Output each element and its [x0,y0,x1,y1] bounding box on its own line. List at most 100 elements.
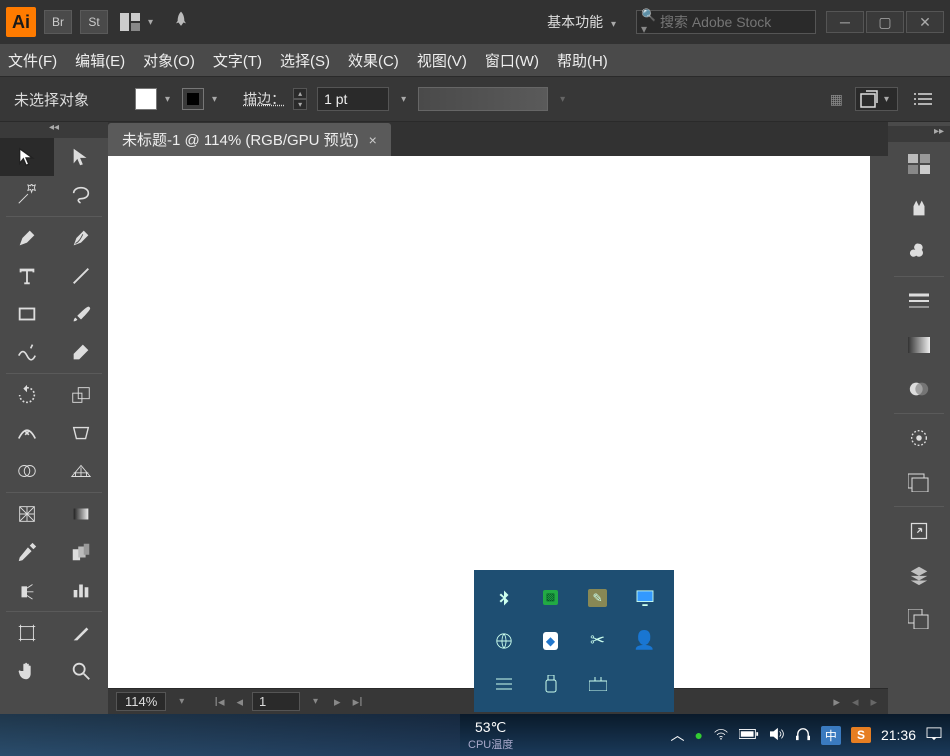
prev-artboard-button[interactable]: ◂ [233,694,246,710]
nvidia-tray-icon[interactable]: ▧ [529,578,572,617]
tray-overflow-icon[interactable]: ︿ [670,725,684,745]
zoom-tool[interactable] [54,652,108,690]
symbol-sprayer-tool[interactable] [0,571,54,609]
lasso-tool[interactable] [54,176,108,214]
cpu-temp-widget[interactable]: 53℃ CPU温度 [460,719,521,752]
eyedropper-tool[interactable] [0,533,54,571]
type-tool[interactable] [0,257,54,295]
gradient-panel-icon[interactable] [888,323,950,367]
scroll-right2-button[interactable]: ▸ [867,694,880,710]
mesh-tool[interactable] [0,495,54,533]
chevron-down-icon[interactable]: ▾ [560,94,565,105]
tab-close-button[interactable]: × [369,132,377,148]
artboard-number-field[interactable]: 1 [252,692,300,711]
column-graph-tool[interactable] [54,571,108,609]
monitor-tray-icon[interactable] [623,578,666,617]
menu-object[interactable]: 对象(O) [143,50,195,71]
wechat-tray-icon[interactable]: ● [694,727,702,743]
rotate-tool[interactable] [0,376,54,414]
eraser-tool[interactable] [54,333,108,371]
document-tab[interactable]: 未标题-1 @ 114% (RGB/GPU 预览) × [108,123,391,156]
headphone-tray-icon[interactable] [795,727,811,744]
ime-sogou-button[interactable]: S [851,727,871,743]
width-tool[interactable] [0,414,54,452]
stroke-swatch[interactable]: ▾ [182,88,221,110]
bridge-button[interactable]: Br [44,10,72,34]
list-tray-icon[interactable] [482,665,525,704]
stroke-weight-field[interactable]: 1 pt [317,87,389,111]
menu-help[interactable]: 帮助(H) [557,50,608,71]
menu-file[interactable]: 文件(F) [8,50,57,71]
next-artboard-button[interactable]: ▸ [331,694,344,710]
scroll-right-button[interactable]: ▸ [830,694,843,710]
stroke-stepper[interactable]: ▴ ▾ [293,88,307,110]
stroke-step-down[interactable]: ▾ [293,99,307,110]
menu-view[interactable]: 视图(V) [417,50,467,71]
paintbrush-tool[interactable] [54,295,108,333]
action-center-icon[interactable] [926,727,942,744]
align-pixel-icon[interactable]: ▦ [830,91,843,108]
gradient-tool[interactable] [54,495,108,533]
taskbar-clock[interactable]: 21:36 [881,727,916,743]
zoom-field[interactable]: 114% [116,692,166,711]
magic-wand-tool[interactable] [0,176,54,214]
perspective-grid-tool[interactable] [54,452,108,490]
zoom-dropdown[interactable]: ▾ [176,696,187,707]
gpu-rocket-icon[interactable] [171,10,191,35]
stroke-label[interactable]: 描边： [243,89,285,109]
shaper-tool[interactable] [0,333,54,371]
rectangle-tool[interactable] [0,295,54,333]
pen-tool[interactable] [0,219,54,257]
scroll-left-button[interactable]: ◂ [849,694,862,710]
brush-definition[interactable] [418,87,548,111]
menu-effect[interactable]: 效果(C) [348,50,399,71]
stock-button[interactable]: St [80,10,108,34]
menu-edit[interactable]: 编辑(E) [75,50,125,71]
blend-tool[interactable] [54,533,108,571]
globe-tray-icon[interactable] [482,621,525,660]
keyboard-tray-icon[interactable] [576,665,619,704]
chevron-down-icon[interactable]: ▾ [401,94,406,105]
menu-select[interactable]: 选择(S) [280,50,330,71]
menu-type[interactable]: 文字(T) [213,50,262,71]
shape-builder-tool[interactable] [0,452,54,490]
battery-tray-icon[interactable] [739,727,759,743]
symbols-panel-icon[interactable] [888,230,950,274]
artboard-tool[interactable] [0,614,54,652]
appearance-panel-icon[interactable] [888,416,950,460]
taskbar-apps-area[interactable] [0,714,460,756]
slice-tool[interactable] [54,614,108,652]
close-button[interactable]: ✕ [906,11,944,33]
toolbox-collapse[interactable]: ◂◂ [0,122,108,138]
wifi-tray-icon[interactable] [713,727,729,744]
minimize-button[interactable]: ─ [826,11,864,33]
volume-tray-icon[interactable] [769,727,785,744]
stroke-step-up[interactable]: ▴ [293,88,307,99]
maximize-button[interactable]: ▢ [866,11,904,33]
sync-tray-icon[interactable]: ◆ [529,621,572,660]
panel-collapse[interactable]: ▸▸ [888,126,950,142]
artboards-panel-icon[interactable] [888,597,950,641]
layers-panel-icon[interactable] [888,553,950,597]
stroke-panel-icon[interactable] [888,279,950,323]
export-panel-icon[interactable] [888,509,950,553]
doc-setup-button[interactable]: ▾ [855,87,898,111]
usb-tray-icon[interactable] [529,665,572,704]
brushes-panel-icon[interactable] [888,186,950,230]
swatches-panel-icon[interactable] [888,142,950,186]
transparency-panel-icon[interactable] [888,367,950,411]
curvature-tool[interactable] [54,219,108,257]
panel-menu-icon[interactable] [910,88,936,110]
user-tray-icon[interactable]: 👤 [623,621,666,660]
stock-search[interactable]: 🔍▾ [636,10,816,34]
line-tool[interactable] [54,257,108,295]
hand-tool[interactable] [0,652,54,690]
ime-language-button[interactable]: 中 [821,726,841,745]
menu-window[interactable]: 窗口(W) [485,50,539,71]
graphic-styles-panel-icon[interactable] [888,460,950,504]
bluetooth-tray-icon[interactable] [482,578,525,617]
free-transform-tool[interactable] [54,414,108,452]
fill-swatch[interactable]: ▾ [135,88,174,110]
first-artboard-button[interactable]: I◂ [211,694,227,710]
stock-search-input[interactable] [660,14,841,30]
